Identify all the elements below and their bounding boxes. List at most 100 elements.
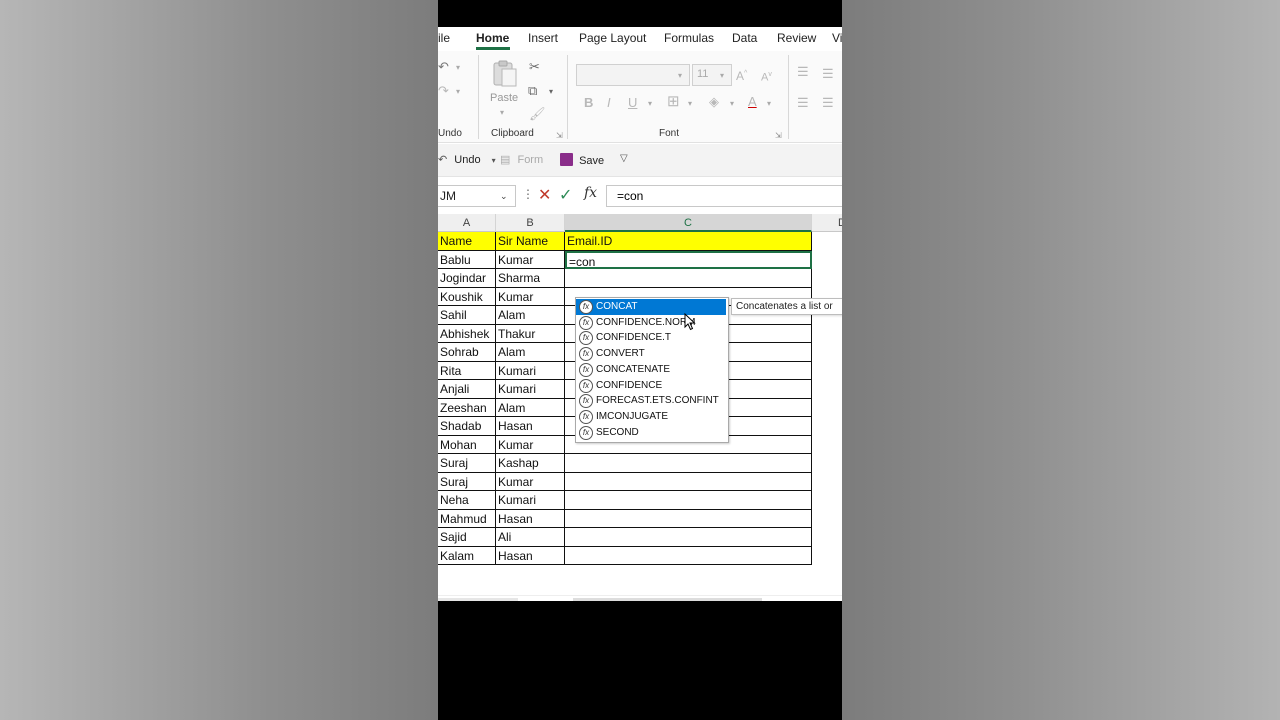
paste-button[interactable]: Paste ▾ xyxy=(488,59,520,119)
name-cell[interactable]: Mohan xyxy=(438,435,496,454)
tab-data[interactable]: Data xyxy=(732,31,757,45)
font-size-select[interactable]: 11 ▾ xyxy=(692,64,732,86)
qat-customize-icon[interactable]: ▽ xyxy=(620,153,628,164)
sir-name-cell[interactable]: Kumar xyxy=(496,287,565,306)
email-cell[interactable] xyxy=(565,509,812,528)
sir-name-cell[interactable]: Kumari xyxy=(496,380,565,399)
font-color-icon[interactable]: A xyxy=(748,95,757,109)
tab-home[interactable]: Home xyxy=(476,31,509,45)
tab-view[interactable]: Vi xyxy=(832,31,842,45)
email-cell[interactable] xyxy=(565,472,812,491)
sir-name-cell[interactable]: Kumari xyxy=(496,361,565,380)
autocomplete-item[interactable]: fx SECOND xyxy=(576,425,726,441)
scroll-thumb[interactable] xyxy=(573,598,762,601)
fill-dropdown-icon[interactable]: ▾ xyxy=(730,99,734,108)
header-cell-sir-name[interactable]: Sir Name xyxy=(496,232,565,251)
formula-input[interactable]: =con xyxy=(606,185,842,207)
undo-icon[interactable]: ↶ xyxy=(438,60,449,74)
increase-font-icon[interactable]: A^ xyxy=(736,67,747,83)
autocomplete-item[interactable]: fx CONFIDENCE.NORM xyxy=(576,315,726,331)
cut-icon[interactable]: ✂ xyxy=(529,60,540,74)
name-cell[interactable]: Sohrab xyxy=(438,343,496,362)
sir-name-cell[interactable]: Sharma xyxy=(496,269,565,288)
sir-name-cell[interactable]: Hasan xyxy=(496,546,565,565)
column-header-c[interactable]: C xyxy=(565,214,812,232)
align-center-icon[interactable]: ☰ xyxy=(822,96,834,110)
name-cell[interactable]: Koushik xyxy=(438,287,496,306)
active-cell-editing[interactable]: =con xyxy=(565,250,812,269)
sir-name-cell[interactable]: Alam xyxy=(496,398,565,417)
column-header-b[interactable]: B xyxy=(496,214,565,232)
autocomplete-item[interactable]: fx CONCAT xyxy=(576,299,726,315)
redo-dropdown-icon[interactable]: ▾ xyxy=(456,87,460,96)
borders-dropdown-icon[interactable]: ▾ xyxy=(688,99,692,108)
enter-icon[interactable]: ✓ xyxy=(559,185,572,205)
email-cell[interactable] xyxy=(565,454,812,473)
name-cell[interactable]: Kalam xyxy=(438,546,496,565)
sir-name-cell[interactable]: Kashap xyxy=(496,454,565,473)
qat-form-button[interactable]: ▤ Form xyxy=(500,153,543,166)
qat-save-button[interactable]: Save xyxy=(560,153,604,167)
email-cell[interactable] xyxy=(565,269,812,288)
name-cell[interactable]: Bablu xyxy=(438,250,496,269)
copy-icon[interactable]: ⧉ xyxy=(528,84,537,98)
autocomplete-item[interactable]: fx CONVERT xyxy=(576,346,726,362)
sir-name-cell[interactable]: Alam xyxy=(496,343,565,362)
tab-formulas[interactable]: Formulas xyxy=(664,31,714,45)
fill-color-icon[interactable]: ◈ xyxy=(709,95,719,109)
tab-file[interactable]: ile xyxy=(438,31,450,45)
copy-dropdown-icon[interactable]: ▾ xyxy=(549,87,553,96)
autocomplete-item[interactable]: fx CONFIDENCE xyxy=(576,378,726,394)
sir-name-cell[interactable]: Alam xyxy=(496,306,565,325)
header-cell-email-id[interactable]: Email.ID xyxy=(565,232,812,251)
column-header-d[interactable]: D xyxy=(812,214,842,232)
format-painter-icon[interactable]: 🖌 xyxy=(529,107,546,121)
autocomplete-item[interactable]: fx FORECAST.ETS.CONFINT xyxy=(576,393,726,409)
name-cell[interactable]: Shadab xyxy=(438,417,496,436)
align-left-icon[interactable]: ☰ xyxy=(797,96,809,110)
font-name-select[interactable]: ▾ xyxy=(576,64,690,86)
align-middle-icon[interactable]: ☰ xyxy=(822,67,834,81)
qat-undo-button[interactable]: ↶ Undo ▾ xyxy=(438,153,496,166)
cancel-icon[interactable]: ✕ xyxy=(538,185,551,205)
autocomplete-item[interactable]: fx CONFIDENCE.T xyxy=(576,330,726,346)
underline-dropdown-icon[interactable]: ▾ xyxy=(648,99,652,108)
name-cell[interactable]: Sajid xyxy=(438,528,496,547)
decrease-font-icon[interactable]: Av xyxy=(761,68,772,85)
name-cell[interactable]: Zeeshan xyxy=(438,398,496,417)
email-cell[interactable] xyxy=(565,546,812,565)
name-cell[interactable]: Suraj xyxy=(438,454,496,473)
paste-dropdown-icon[interactable]: ▾ xyxy=(500,108,504,117)
autocomplete-item[interactable]: fx CONCATENATE xyxy=(576,362,726,378)
align-top-icon[interactable]: ☰ xyxy=(797,65,809,79)
more-options-icon[interactable]: ⋮ xyxy=(522,187,534,201)
name-cell[interactable]: Abhishek xyxy=(438,324,496,343)
name-box[interactable]: JM ⌄ xyxy=(438,185,516,207)
sir-name-cell[interactable]: Kumar xyxy=(496,472,565,491)
name-cell[interactable]: Anjali xyxy=(438,380,496,399)
name-cell[interactable]: Neha xyxy=(438,491,496,510)
tab-review[interactable]: Review xyxy=(777,31,816,45)
sir-name-cell[interactable]: Thakur xyxy=(496,324,565,343)
tab-page-layout[interactable]: Page Layout xyxy=(579,31,646,45)
name-cell[interactable]: Jogindar xyxy=(438,269,496,288)
italic-icon[interactable]: I xyxy=(607,96,611,110)
borders-icon[interactable]: ⊞ xyxy=(667,94,680,109)
name-cell[interactable]: Rita xyxy=(438,361,496,380)
sir-name-cell[interactable]: Hasan xyxy=(496,509,565,528)
email-cell[interactable] xyxy=(565,528,812,547)
font-launcher-icon[interactable]: ⇲ xyxy=(775,131,782,140)
sir-name-cell[interactable]: Kumar xyxy=(496,250,565,269)
header-cell-name[interactable]: Name xyxy=(438,232,496,251)
name-cell[interactable]: Sahil xyxy=(438,306,496,325)
sir-name-cell[interactable]: Kumar xyxy=(496,435,565,454)
bold-icon[interactable]: B xyxy=(584,96,593,110)
clipboard-launcher-icon[interactable]: ⇲ xyxy=(556,131,563,140)
autocomplete-item[interactable]: fx IMCONJUGATE xyxy=(576,409,726,425)
tab-insert[interactable]: Insert xyxy=(528,31,558,45)
sir-name-cell[interactable]: Ali xyxy=(496,528,565,547)
underline-icon[interactable]: U xyxy=(628,96,637,110)
insert-function-icon[interactable]: fx xyxy=(584,185,597,201)
email-cell[interactable] xyxy=(565,491,812,510)
sir-name-cell[interactable]: Hasan xyxy=(496,417,565,436)
